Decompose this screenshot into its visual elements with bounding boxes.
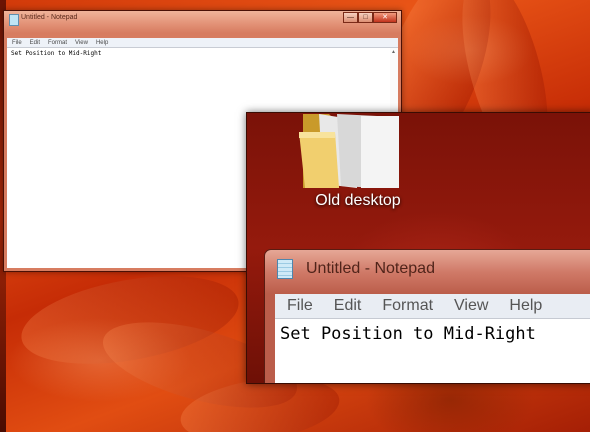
notepad-icon: [277, 259, 293, 279]
zoomed-menu-edit: Edit: [333, 297, 362, 314]
zoomed-text-editor: Set Position to Mid-Right: [275, 318, 590, 383]
zoomed-menu-file: File: [287, 297, 313, 314]
menu-help[interactable]: Help: [96, 40, 108, 46]
notepad-icon: [9, 14, 19, 26]
zoomed-notepad-window: Untitled - Notepad File Edit Format View…: [264, 249, 590, 383]
editor-content: Set Position to Mid-Right: [11, 50, 102, 57]
menu-format[interactable]: Format: [48, 40, 67, 46]
zoom-window: Old desktop Untitled - Notepad File Edit…: [246, 112, 590, 384]
zoomed-menu-format: Format: [382, 297, 434, 314]
zoomed-window-title: Untitled - Notepad: [306, 260, 435, 277]
menu-file[interactable]: File: [12, 40, 22, 46]
zoomed-menu-bar: File Edit Format View Help: [275, 294, 590, 318]
desktop-background: Untitled - Notepad — □ ✕ File Edit Forma…: [0, 0, 590, 432]
zoomed-menu-help: Help: [509, 297, 543, 314]
window-controls: — □ ✕: [343, 12, 397, 23]
scroll-up-icon[interactable]: ▲: [391, 49, 396, 55]
menu-bar: File Edit Format View Help: [7, 38, 398, 47]
menu-edit[interactable]: Edit: [30, 40, 40, 46]
title-bar[interactable]: Untitled - Notepad — □ ✕: [4, 11, 401, 28]
window-title: Untitled - Notepad: [21, 14, 78, 21]
folder-label[interactable]: Old desktop: [283, 192, 433, 210]
zoomed-editor-content: Set Position to Mid-Right: [280, 324, 536, 344]
maximize-button[interactable]: □: [358, 12, 373, 23]
minimize-button[interactable]: —: [343, 12, 358, 23]
folder-icon[interactable]: [299, 114, 403, 188]
zoomed-menu-view: View: [454, 297, 489, 314]
close-button[interactable]: ✕: [373, 12, 397, 23]
menu-view[interactable]: View: [75, 40, 88, 46]
